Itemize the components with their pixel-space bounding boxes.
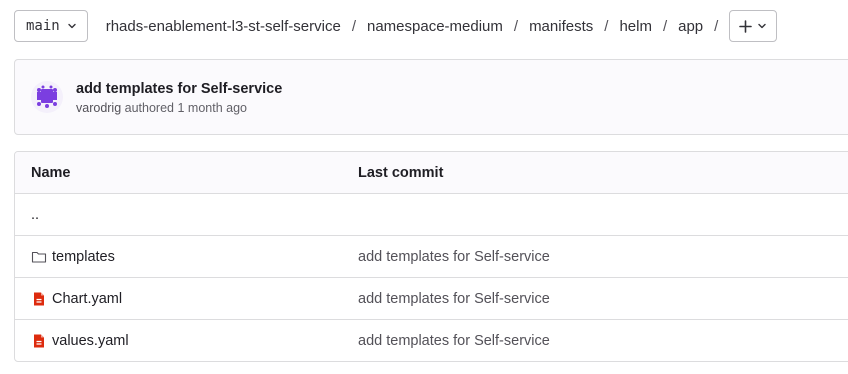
- breadcrumb-separator: /: [714, 17, 719, 35]
- breadcrumb-item-helm[interactable]: helm: [619, 18, 652, 35]
- column-header-name: Name: [31, 164, 71, 181]
- commit-title-link[interactable]: add templates for Self-service: [76, 80, 282, 98]
- table-header-row: Name Last commit: [15, 152, 848, 194]
- chevron-down-icon: [758, 23, 767, 29]
- last-commit-panel: add templates for Self-service varodrig …: [14, 59, 848, 135]
- commit-author-link[interactable]: varodrig: [76, 101, 121, 115]
- table-row[interactable]: Chart.yaml add templates for Self-servic…: [15, 278, 848, 320]
- row-commit-link[interactable]: add templates for Self-service: [358, 333, 848, 349]
- yaml-file-icon: [34, 334, 44, 348]
- parent-directory-link[interactable]: ..: [31, 207, 39, 223]
- row-commit-link[interactable]: add templates for Self-service: [358, 249, 848, 265]
- table-row[interactable]: values.yaml add templates for Self-servi…: [15, 320, 848, 361]
- table-row[interactable]: templates add templates for Self-service: [15, 236, 848, 278]
- table-row-parent[interactable]: ..: [15, 194, 848, 236]
- breadcrumb-separator: /: [604, 17, 609, 35]
- file-name-link[interactable]: values.yaml: [52, 333, 129, 349]
- commit-time: authored 1 month ago: [124, 100, 247, 115]
- file-tree-table: Name Last commit .. templates add templa…: [14, 151, 848, 362]
- breadcrumb-item-app[interactable]: app: [678, 18, 703, 35]
- chevron-down-icon: [68, 23, 76, 29]
- breadcrumb-item-manifests[interactable]: manifests: [529, 18, 593, 35]
- plus-icon: [739, 19, 753, 33]
- avatar[interactable]: [31, 81, 63, 113]
- commit-info: add templates for Self-service varodrig …: [76, 80, 282, 115]
- column-header-last-commit: Last commit: [358, 164, 444, 181]
- row-commit-link[interactable]: add templates for Self-service: [358, 291, 848, 307]
- file-name-link[interactable]: templates: [52, 249, 115, 265]
- breadcrumb-separator: /: [513, 17, 519, 35]
- branch-name: main: [26, 18, 60, 34]
- commit-meta: varodrig authored 1 month ago: [76, 101, 282, 115]
- repo-toolbar: main rhads-enablement-l3-st-self-service…: [14, 10, 848, 42]
- breadcrumb: rhads-enablement-l3-st-self-service / na…: [106, 18, 730, 35]
- yaml-file-icon: [34, 292, 44, 305]
- breadcrumb-separator: /: [351, 17, 356, 35]
- branch-selector-button[interactable]: main: [14, 10, 88, 42]
- breadcrumb-item-namespace-medium[interactable]: namespace-medium: [367, 18, 503, 35]
- folder-icon: [31, 251, 47, 263]
- add-to-tree-button[interactable]: [729, 10, 778, 42]
- breadcrumb-separator: /: [662, 17, 668, 35]
- breadcrumb-item-project[interactable]: rhads-enablement-l3-st-self-service: [106, 18, 341, 35]
- file-name-link[interactable]: Chart.yaml: [52, 291, 122, 307]
- identicon-icon: [37, 85, 57, 108]
